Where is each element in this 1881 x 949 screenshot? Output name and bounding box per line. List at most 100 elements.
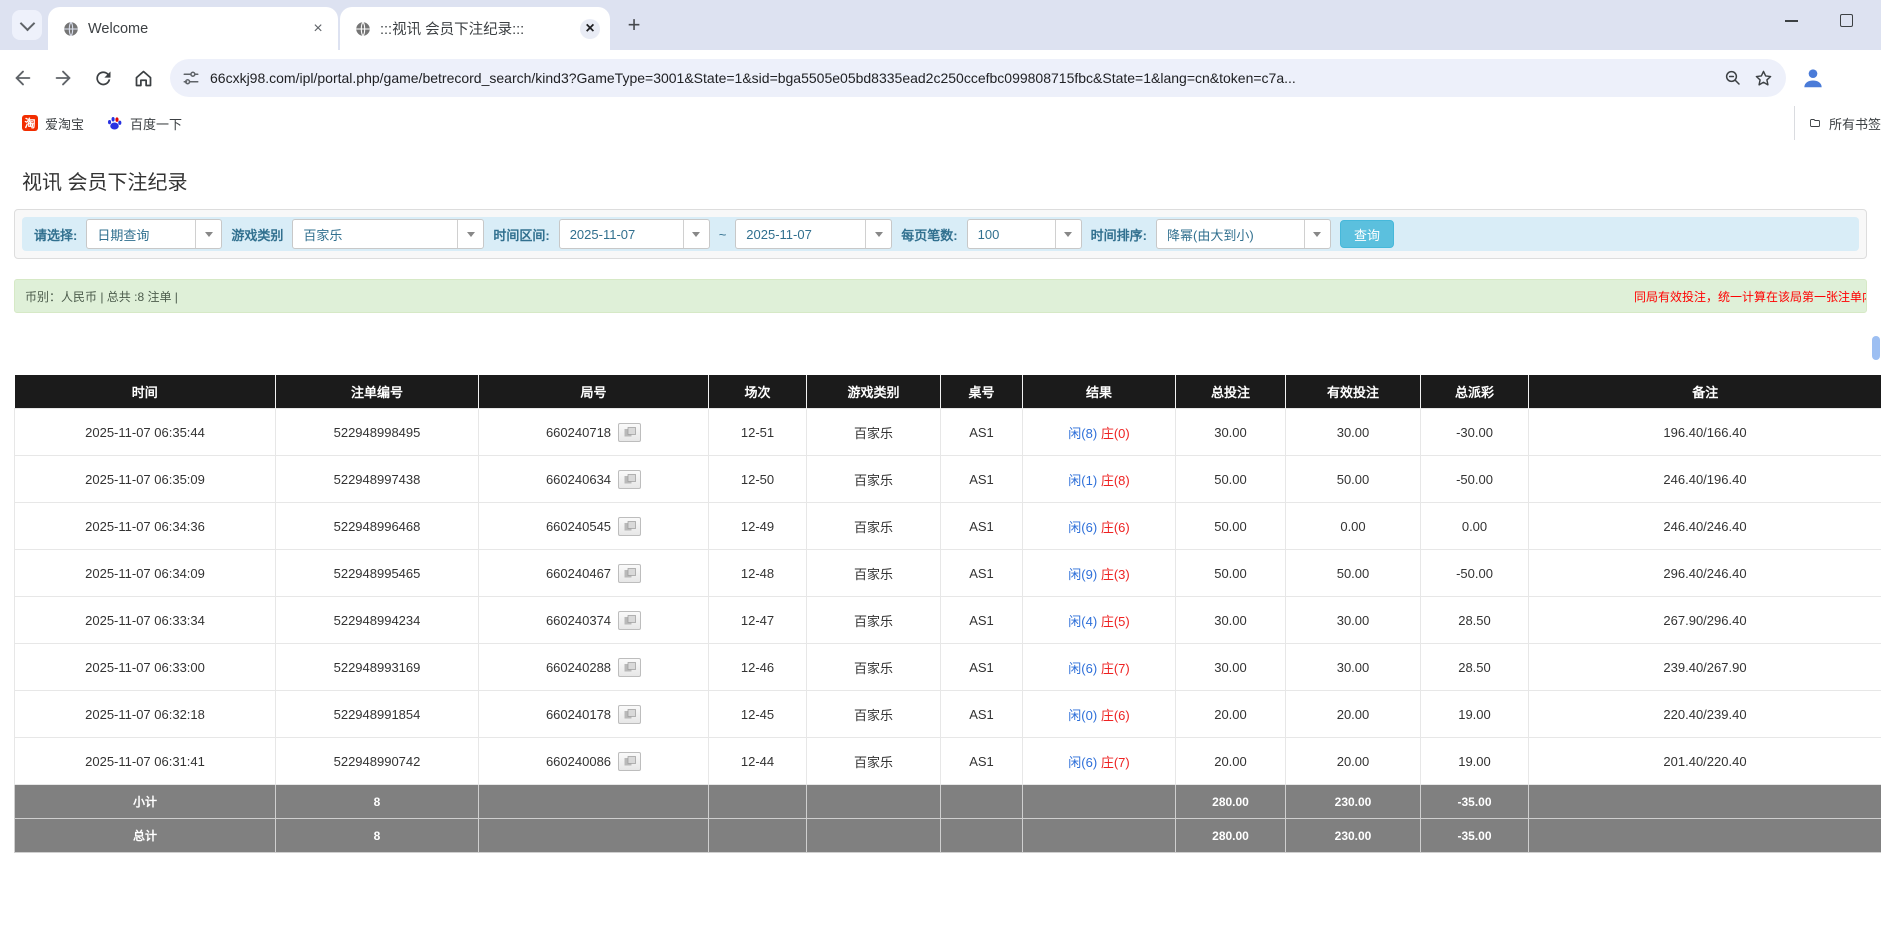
home-icon: [133, 68, 154, 89]
site-settings-icon[interactable]: [182, 69, 200, 87]
page-size-label: 每页笔数:: [901, 225, 957, 244]
bookmark-label: 爱淘宝: [45, 114, 84, 133]
footer-count-cell: 8: [276, 819, 479, 853]
round-result-image-icon[interactable]: [618, 611, 641, 630]
minimize-button[interactable]: [1785, 20, 1798, 22]
payout-cell: -50.00: [1421, 550, 1529, 597]
search-button[interactable]: 查询: [1340, 220, 1394, 248]
filter-panel: 请选择: 日期查询 游戏类别 百家乐 时间区间: 2025-11-07 ~ 20: [14, 209, 1867, 259]
total-bet-cell[interactable]: 50.00: [1176, 503, 1286, 550]
round-result-image-icon[interactable]: [618, 423, 641, 442]
round-result-image-icon[interactable]: [618, 658, 641, 677]
footer-payout-cell: -35.00: [1421, 819, 1529, 853]
round-result-image-icon[interactable]: [618, 470, 641, 489]
scrollbar-thumb[interactable]: [1872, 336, 1880, 360]
session-cell: 12-48: [709, 550, 807, 597]
zoom-icon[interactable]: [1718, 63, 1748, 93]
page-size-value: 100: [968, 227, 1055, 242]
round-cell: 660240178: [479, 691, 709, 738]
footer-empty-cell: [479, 785, 709, 819]
column-header: 场次: [709, 375, 807, 409]
bet-time-cell: 2025-11-07 06:33:34: [15, 597, 276, 644]
filter-bar: 请选择: 日期查询 游戏类别 百家乐 时间区间: 2025-11-07 ~ 20: [22, 217, 1859, 251]
reload-button[interactable]: [86, 61, 120, 95]
total-bet-cell[interactable]: 30.00: [1176, 597, 1286, 644]
bet-time-cell: 2025-11-07 06:34:36: [15, 503, 276, 550]
all-bookmarks-label: 所有书签: [1829, 114, 1881, 133]
round-result-image-icon[interactable]: [618, 752, 641, 771]
close-icon[interactable]: ×: [580, 19, 600, 39]
round-result-image-icon[interactable]: [618, 705, 641, 724]
subtotal-row: 小计8280.00230.00-35.00: [15, 785, 1881, 819]
date-from-select[interactable]: 2025-11-07: [559, 219, 710, 249]
game-type-cell: 百家乐: [807, 691, 941, 738]
close-icon[interactable]: ×: [308, 19, 328, 39]
bet-time-cell: 2025-11-07 06:31:41: [15, 738, 276, 785]
game-type-value: 百家乐: [293, 225, 457, 244]
result-banker: 庄(3): [1101, 567, 1130, 582]
query-type-select[interactable]: 日期查询: [86, 219, 222, 249]
round-cell: 660240718: [479, 409, 709, 456]
game-type-label: 游戏类别: [231, 225, 283, 244]
result-player: 闲(0): [1068, 708, 1097, 723]
currency-summary-text: 币别：人民币 | 总共 :8 注单 |: [15, 288, 178, 305]
home-button[interactable]: [126, 61, 160, 95]
round-cell: 660240288: [479, 644, 709, 691]
game-type-select[interactable]: 百家乐: [292, 219, 484, 249]
total-bet-cell[interactable]: 30.00: [1176, 409, 1286, 456]
total-bet-cell[interactable]: 20.00: [1176, 738, 1286, 785]
table-number-cell: AS1: [941, 597, 1023, 644]
round-result-image-icon[interactable]: [618, 517, 641, 536]
url-text[interactable]: 66cxkj98.com/ipl/portal.php/game/betreco…: [210, 70, 1718, 86]
round-number: 660240467: [546, 566, 611, 581]
result-cell: 闲(6) 庄(6): [1023, 503, 1176, 550]
session-cell: 12-51: [709, 409, 807, 456]
bet-time-cell: 2025-11-07 06:35:44: [15, 409, 276, 456]
address-bar[interactable]: 66cxkj98.com/ipl/portal.php/game/betreco…: [170, 59, 1786, 97]
date-to-value: 2025-11-07: [736, 227, 865, 242]
table-row: 2025-11-07 06:35:09522948997438660240634…: [15, 456, 1881, 503]
total-bet-cell[interactable]: 20.00: [1176, 691, 1286, 738]
maximize-button[interactable]: [1840, 14, 1853, 27]
payout-cell: 19.00: [1421, 691, 1529, 738]
note-cell: 267.90/296.40: [1529, 597, 1881, 644]
sort-select[interactable]: 降幂(由大到小): [1156, 219, 1331, 249]
tab-search-button[interactable]: [12, 10, 42, 40]
session-cell: 12-44: [709, 738, 807, 785]
forward-button[interactable]: [46, 61, 80, 95]
chevron-down-icon: [683, 220, 709, 248]
column-header: 桌号: [941, 375, 1023, 409]
all-bookmarks-button[interactable]: 所有书签: [1794, 106, 1881, 140]
back-icon: [12, 67, 34, 89]
game-type-cell: 百家乐: [807, 550, 941, 597]
column-header: 局号: [479, 375, 709, 409]
result-cell: 闲(6) 庄(7): [1023, 738, 1176, 785]
profile-avatar[interactable]: [1798, 63, 1828, 93]
round-cell: 660240086: [479, 738, 709, 785]
bookmark-star-icon[interactable]: [1748, 63, 1778, 93]
footer-count-cell: 8: [276, 785, 479, 819]
bet-id-cell: 522948996468: [276, 503, 479, 550]
new-tab-button[interactable]: +: [620, 11, 648, 39]
bookmark-aitaobao[interactable]: 淘 爱淘宝: [22, 114, 84, 133]
table-number-cell: AS1: [941, 644, 1023, 691]
result-player: 闲(6): [1068, 520, 1097, 535]
total-bet-cell[interactable]: 50.00: [1176, 456, 1286, 503]
footer-empty-cell: [807, 785, 941, 819]
result-cell: 闲(0) 庄(6): [1023, 691, 1176, 738]
table-row: 2025-11-07 06:33:00522948993169660240288…: [15, 644, 1881, 691]
footer-payout-cell: -35.00: [1421, 785, 1529, 819]
chevron-down-icon: [1304, 220, 1330, 248]
tab-welcome[interactable]: Welcome ×: [48, 7, 338, 50]
total-bet-cell[interactable]: 50.00: [1176, 550, 1286, 597]
bookmark-baidu[interactable]: 百度一下: [106, 114, 182, 133]
date-to-select[interactable]: 2025-11-07: [735, 219, 892, 249]
chevron-down-icon: [1055, 220, 1081, 248]
page-size-select[interactable]: 100: [967, 219, 1082, 249]
total-bet-cell[interactable]: 30.00: [1176, 644, 1286, 691]
tab-betrecord[interactable]: :::视讯 会员下注纪录::: ×: [340, 7, 610, 50]
column-header: 结果: [1023, 375, 1176, 409]
round-result-image-icon[interactable]: [618, 564, 641, 583]
back-button[interactable]: [6, 61, 40, 95]
session-cell: 12-45: [709, 691, 807, 738]
